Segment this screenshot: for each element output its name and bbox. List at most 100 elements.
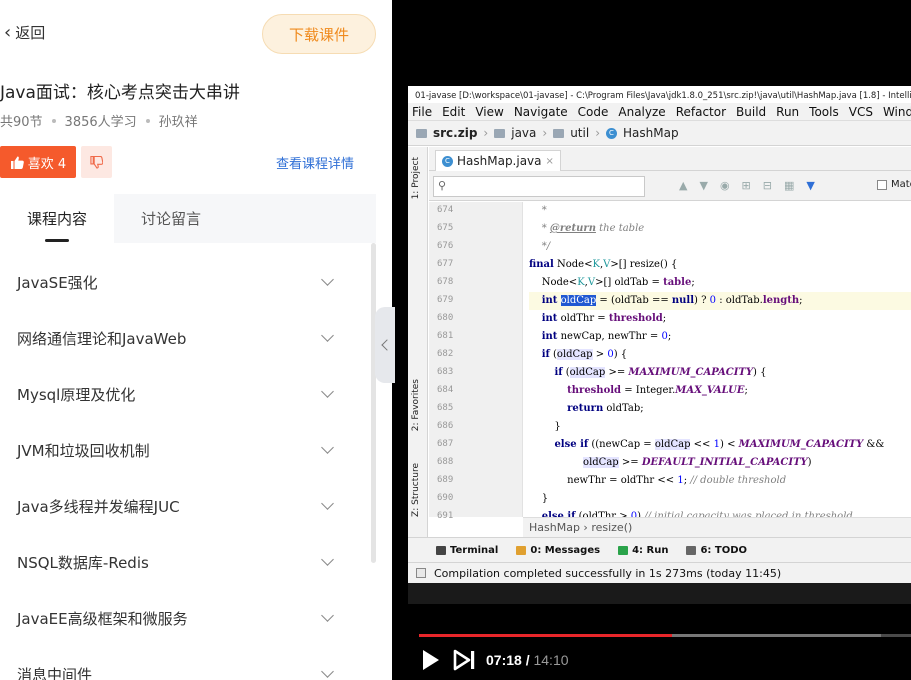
todo-icon [686, 545, 697, 555]
chapter-item[interactable]: Java多线程并发编程JUC [0, 478, 370, 534]
archive-icon [416, 128, 427, 138]
played-bar [419, 634, 673, 637]
ide-menu-item: Tools [809, 104, 839, 119]
chapter-item[interactable]: 网络通信理论和JavaWeb [0, 310, 370, 366]
chapter-title: JavaEE高级框架和微服务 [17, 609, 188, 628]
ide-status-bar: Compilation completed successfully in 1s… [408, 562, 911, 583]
code-line: } [529, 493, 549, 504]
line-number: 680 [437, 313, 454, 323]
video-frame-ide: 01-javase [D:\workspace\01-javase] - C:\… [408, 86, 911, 604]
chevron-left-icon [380, 339, 393, 351]
course-title: Java面试：核心考点突击大串讲 [0, 83, 240, 103]
learner-count: 3856人学习 [64, 115, 137, 130]
back-button[interactable]: ‹ 返回 [4, 22, 45, 43]
line-number: 683 [437, 367, 454, 377]
ide-tool-strip: 1: Project 2: Favorites Z: Structure [408, 147, 428, 537]
folder-icon [553, 128, 565, 138]
video-player[interactable]: 01-javase [D:\workspace\01-javase] - C:\… [392, 0, 911, 680]
line-number: 677 [437, 259, 454, 269]
run-label: 4: Run [632, 544, 669, 556]
collapse-sidebar-button[interactable] [375, 307, 395, 383]
arrow-up-icon: ▲ [679, 179, 688, 192]
line-number: 676 [437, 241, 454, 251]
author-name: 孙玖祥 [158, 115, 198, 130]
separator-dot [51, 118, 56, 123]
code-line: Node<K,V>[] oldTab = table; [529, 277, 695, 288]
code-line: * @return the table [541, 223, 645, 234]
todo-label: 6: TODO [700, 544, 748, 556]
back-label: 返回 [15, 24, 46, 42]
crumb-separator: › [595, 126, 600, 140]
ide-breadcrumb: src.zip › java › util › C HashMap [408, 121, 911, 146]
line-number: 681 [437, 331, 454, 341]
chapter-title: JVM和垃圾回收机制 [17, 441, 150, 460]
chapter-title: JavaSE强化 [17, 273, 98, 292]
chapter-item[interactable]: JavaSE强化 [0, 254, 370, 310]
ide-title-bar: 01-javase [D:\workspace\01-javase] - C:\… [408, 86, 911, 103]
add-selection-icon: ⊞ [741, 179, 751, 192]
like-button[interactable]: 喜欢 4 [0, 146, 76, 178]
code-line: int oldThr = threshold; [541, 313, 667, 324]
chevron-down-icon [321, 273, 334, 286]
code-line: return oldTab; [567, 403, 644, 414]
code-editor: * * @return the table */ final Node<K,V>[… [523, 202, 911, 517]
code-line: * [541, 205, 547, 216]
line-number: 690 [437, 493, 454, 503]
ide-menu-item: File [412, 104, 433, 119]
line-number: 674 [437, 205, 454, 215]
find-toolbar: ▲ ▼ ◉ ⊞ ⊟ ▦ ▼ [679, 179, 815, 192]
download-courseware-button[interactable]: 下载课件 [262, 14, 376, 54]
structure-tool: Z: Structure [411, 463, 421, 517]
match-case-label: Match C [891, 179, 911, 190]
folder-icon [494, 128, 506, 138]
messages-icon [516, 545, 527, 555]
chapter-item[interactable]: JavaEE高级框架和微服务 [0, 590, 370, 646]
line-number: 675 [437, 223, 454, 233]
chevron-down-icon [321, 553, 334, 566]
line-number: 684 [437, 385, 454, 395]
ide-menu-item: Refactor [675, 104, 727, 119]
ide-tool-window-bar: Terminal 0: Messages 4: Run 6: TODO [408, 537, 911, 562]
next-episode-icon[interactable] [453, 649, 477, 671]
code-line: if (oldCap > 0) { [541, 349, 628, 360]
code-line: newThr = oldThr << 1; // double threshol… [529, 475, 787, 486]
separator-dot [145, 118, 150, 123]
arrow-down-icon: ▼ [699, 179, 708, 192]
course-sidebar: ‹ 返回 下载课件 Java面试：核心考点突击大串讲 共90节 3856人学习 … [0, 0, 392, 680]
chapter-list-scrollbar[interactable] [371, 243, 376, 563]
line-number: 691 [437, 511, 454, 521]
ide-body: 1: Project 2: Favorites Z: Structure C H… [408, 147, 911, 537]
checkbox-icon [877, 179, 887, 190]
playback-time: 07:18 / 14:10 [486, 652, 569, 668]
chapter-item[interactable]: JVM和垃圾回收机制 [0, 422, 370, 478]
progress-bar[interactable] [419, 634, 911, 637]
ide-menu-bar: File Edit View Navigate Code Analyze Ref… [408, 103, 911, 121]
ide-menu-item: View [475, 104, 504, 119]
code-line: */ [541, 241, 551, 252]
line-number: 678 [437, 277, 454, 287]
tab-discussion[interactable]: 讨论留言 [114, 194, 228, 243]
chapter-title: 网络通信理论和JavaWeb [17, 329, 187, 348]
chevron-down-icon [321, 329, 334, 342]
crumb-src: src.zip [433, 126, 478, 140]
dislike-button[interactable] [81, 146, 112, 178]
line-number: 689 [437, 475, 454, 485]
tab-course-content[interactable]: 课程内容 [0, 194, 114, 243]
chevron-left-icon: ‹ [4, 21, 12, 43]
todo-tool: 6: TODO [686, 545, 747, 556]
course-detail-link[interactable]: 查看课程详情 [276, 153, 354, 172]
code-line: int newCap, newThr = 0; [541, 331, 672, 342]
chapter-item[interactable]: 消息中间件 [0, 646, 370, 680]
match-case-option: Match C [877, 179, 911, 190]
line-number: 685 [437, 403, 454, 413]
chapter-title: 消息中间件 [17, 665, 93, 680]
crumb-java: java [511, 126, 537, 140]
method-breadcrumb: HashMap › resize() [523, 517, 911, 537]
play-icon[interactable] [422, 649, 440, 671]
messages-tool: 0: Messages [516, 545, 600, 556]
thumbs-up-icon [10, 156, 24, 169]
chapter-item[interactable]: NSQL数据库-Redis [0, 534, 370, 590]
chapter-item[interactable]: Mysql原理及优化 [0, 366, 370, 422]
find-bar: ⚲ ▲ ▼ ◉ ⊞ ⊟ ▦ ▼ Match C [429, 171, 911, 201]
select-all-icon: ▦ [783, 179, 795, 192]
